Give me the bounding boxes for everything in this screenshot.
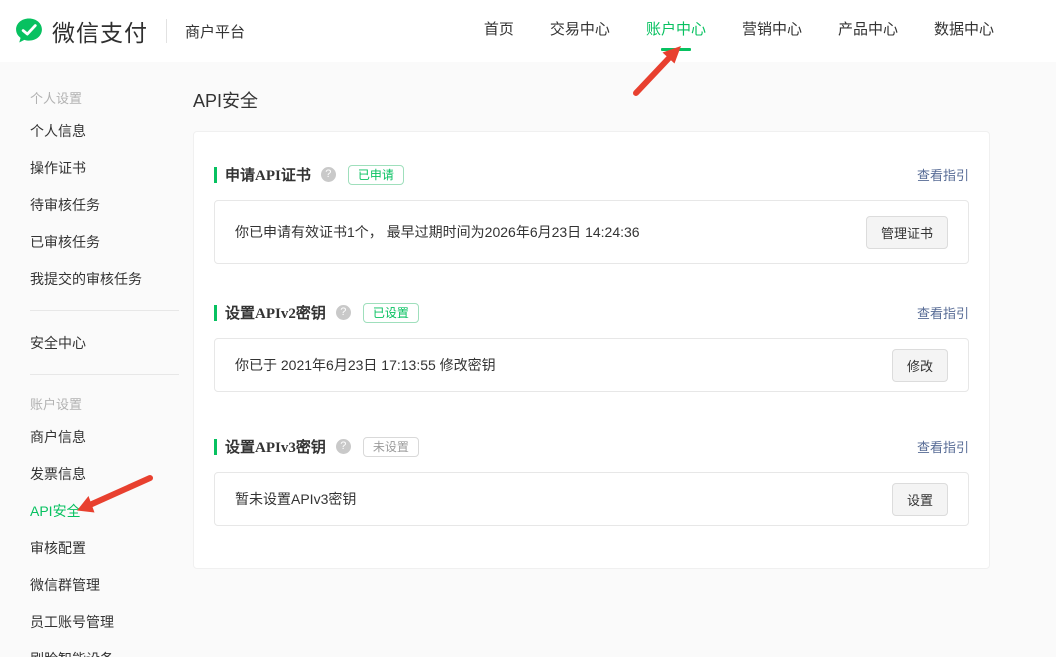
section-api-certificate: 申请API证书 ? 已申请 查看指引 你已申请有效证书1个， 最早过期时间为20… [214,164,969,264]
nav-item-data-center[interactable]: 数据中心 [932,10,996,53]
sidebar-item-operation-certificate[interactable]: 操作证书 [0,149,193,186]
view-guide-link[interactable]: 查看指引 [917,303,969,322]
section-header: 申请API证书 ? 已申请 查看指引 [214,164,969,185]
sidebar-divider [30,310,179,311]
nav-item-transaction-center[interactable]: 交易中心 [548,10,612,53]
sidebar-item-review-config[interactable]: 审核配置 [0,529,193,566]
sidebar: 个人设置 个人信息 操作证书 待审核任务 已审核任务 我提交的审核任务 安全中心… [0,62,193,657]
nav-item-home[interactable]: 首页 [482,10,516,53]
section-title: 设置APIv2密钥 [225,302,326,323]
sidebar-group-account-settings: 账户设置 [0,388,193,418]
modify-key-button[interactable]: 修改 [892,349,948,382]
status-badge: 未设置 [363,437,419,457]
sidebar-item-merchant-info[interactable]: 商户信息 [0,418,193,455]
section-apiv3-key: 设置APIv3密钥 ? 未设置 查看指引 暂未设置APIv3密钥 设置 [214,436,969,526]
top-bar: 微信支付 商户平台 首页 交易中心 账户中心 营销中心 产品中心 数据中心 [0,0,1056,62]
section-accent-bar [214,439,217,455]
sidebar-item-staff-account-management[interactable]: 员工账号管理 [0,603,193,640]
api-security-card: 申请API证书 ? 已申请 查看指引 你已申请有效证书1个， 最早过期时间为20… [193,131,990,569]
portal-label: 商户平台 [185,21,245,42]
set-key-button[interactable]: 设置 [892,483,948,516]
help-icon[interactable]: ? [321,167,336,182]
certificate-status-text: 你已申请有效证书1个， 最早过期时间为2026年6月23日 14:24:36 [235,222,866,242]
main-content: API安全 申请API证书 ? 已申请 查看指引 你已申请有效证书1个， 最早过… [193,62,1056,657]
apiv3-status-text: 暂未设置APIv3密钥 [235,489,892,509]
nav-item-account-center[interactable]: 账户中心 [644,10,708,53]
section-box: 你已申请有效证书1个， 最早过期时间为2026年6月23日 14:24:36 管… [214,200,969,264]
sidebar-item-face-device[interactable]: 刷脸智能设备 [0,640,193,657]
apiv2-status-text: 你已于 2021年6月23日 17:13:55 修改密钥 [235,355,892,375]
nav-item-marketing-center[interactable]: 营销中心 [740,10,804,53]
status-badge: 已申请 [348,165,404,185]
sidebar-item-personal-info[interactable]: 个人信息 [0,112,193,149]
nav-item-product-center[interactable]: 产品中心 [836,10,900,53]
help-icon[interactable]: ? [336,439,351,454]
section-accent-bar [214,167,217,183]
sidebar-item-my-submitted-tasks[interactable]: 我提交的审核任务 [0,260,193,297]
main-nav: 首页 交易中心 账户中心 营销中心 产品中心 数据中心 [482,10,996,53]
sidebar-item-invoice-info[interactable]: 发票信息 [0,455,193,492]
sidebar-group-personal-settings: 个人设置 [0,82,193,112]
sidebar-item-wechat-group-management[interactable]: 微信群管理 [0,566,193,603]
help-icon[interactable]: ? [336,305,351,320]
wechat-pay-logo-icon [14,16,44,46]
status-badge: 已设置 [363,303,419,323]
sidebar-divider [30,374,179,375]
sidebar-item-reviewed-tasks[interactable]: 已审核任务 [0,223,193,260]
brand-wordmark: 微信支付 [52,14,148,48]
section-title: 设置APIv3密钥 [225,436,326,457]
section-box: 暂未设置APIv3密钥 设置 [214,472,969,526]
brand: 微信支付 [14,14,148,48]
section-accent-bar [214,305,217,321]
brand-divider [166,19,167,43]
sidebar-item-pending-review-tasks[interactable]: 待审核任务 [0,186,193,223]
section-apiv2-key: 设置APIv2密钥 ? 已设置 查看指引 你已于 2021年6月23日 17:1… [214,302,969,392]
sidebar-item-api-security[interactable]: API安全 [0,492,193,529]
section-header: 设置APIv2密钥 ? 已设置 查看指引 [214,302,969,323]
manage-certificate-button[interactable]: 管理证书 [866,216,948,249]
section-header: 设置APIv3密钥 ? 未设置 查看指引 [214,436,969,457]
page-title: API安全 [193,87,990,113]
view-guide-link[interactable]: 查看指引 [917,165,969,184]
view-guide-link[interactable]: 查看指引 [917,437,969,456]
sidebar-item-security-center[interactable]: 安全中心 [0,324,193,361]
section-box: 你已于 2021年6月23日 17:13:55 修改密钥 修改 [214,338,969,392]
page-body: 个人设置 个人信息 操作证书 待审核任务 已审核任务 我提交的审核任务 安全中心… [0,62,1056,657]
section-title: 申请API证书 [225,164,311,185]
